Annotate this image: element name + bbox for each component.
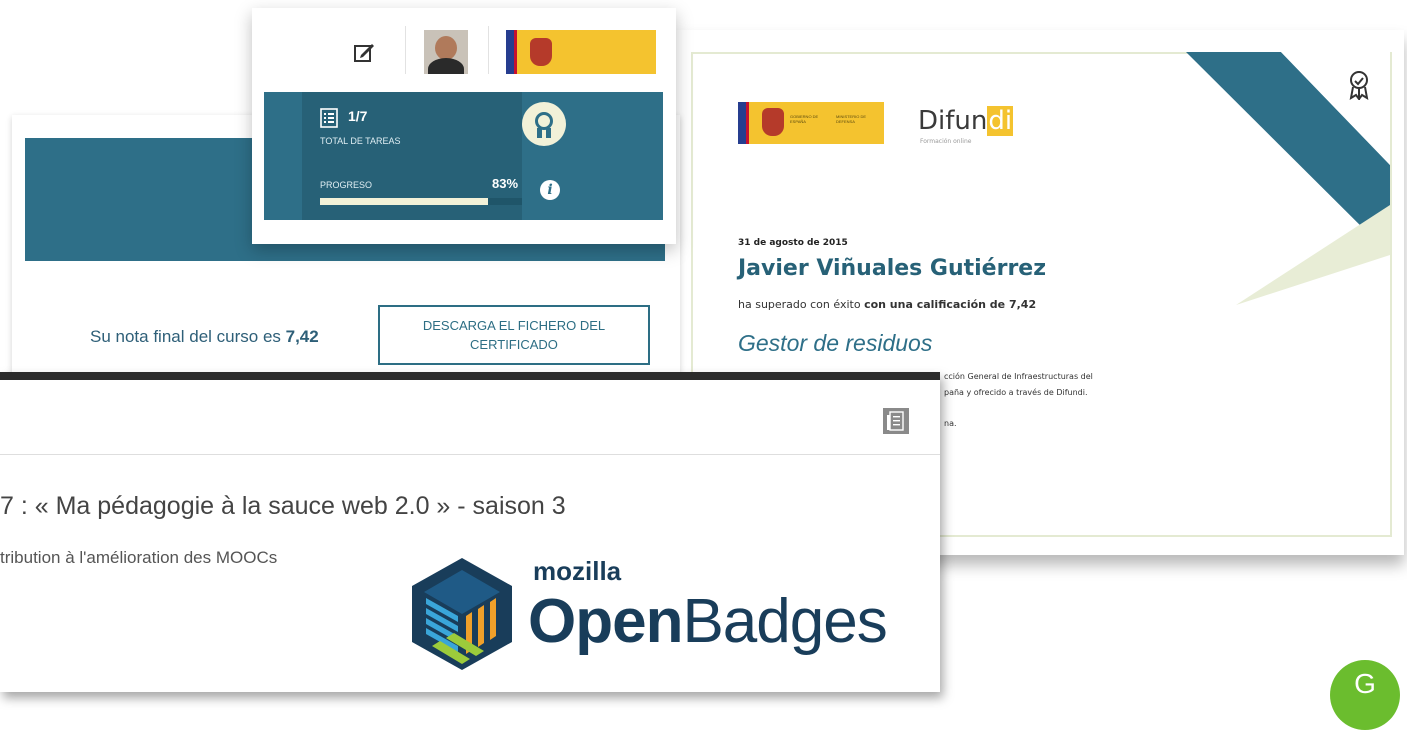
final-grade-text: Su nota final del curso es 7,42 <box>90 327 319 347</box>
floating-action-button[interactable]: G <box>1330 660 1400 730</box>
difundi-subtitle: Formación online <box>920 138 972 145</box>
tasks-count: 1/7 <box>348 108 368 124</box>
edit-icon[interactable] <box>352 40 376 64</box>
gobierno-espana-logo <box>506 30 656 74</box>
certificate-achievement: ha superado con éxito con una calificaci… <box>738 298 1036 311</box>
difundi-logo-highlight: di <box>987 106 1014 136</box>
progress-bar <box>320 198 522 205</box>
tasks-label: TOTAL DE TAREAS <box>320 136 401 146</box>
openbadges-wordmark-open: Open <box>528 587 683 656</box>
window-divider <box>0 454 940 455</box>
award-ribbon-icon <box>522 102 566 146</box>
achievement-grade: con una calificación de 7,42 <box>864 298 1037 311</box>
document-list-icon[interactable] <box>883 408 909 434</box>
certificate-body-line: cción General de Infraestructuras del <box>944 372 1093 381</box>
openbadges-logo-icon <box>412 558 512 670</box>
progress-bar-fill <box>320 198 488 205</box>
openbadges-wordmark-badges: Badges <box>682 587 887 656</box>
gov-logo-text: GOBIERNO DE ESPAÑA <box>790 114 819 124</box>
course-title: 7 : « Ma pédagogie à la sauce web 2.0 » … <box>0 492 566 520</box>
gobierno-espana-logo: GOBIERNO DE ESPAÑA MINISTERIO DE DEFENSA <box>738 102 884 144</box>
openbadges-wordmark: OpenBadges <box>528 586 888 657</box>
info-icon[interactable]: i <box>540 180 560 200</box>
moocs-badge-window: 7 : « Ma pédagogie à la sauce web 2.0 » … <box>0 372 940 692</box>
certificate-body-line: paña y ofrecido a través de Difundi. <box>944 388 1088 397</box>
download-button-label: CERTIFICADO <box>470 337 558 352</box>
download-certificate-button[interactable]: DESCARGA EL FICHERO DEL CERTIFICADO <box>378 305 650 365</box>
mozilla-wordmark: mozilla <box>533 556 622 586</box>
difundi-logo-text: Difun <box>918 106 988 136</box>
final-grade-value: 7,42 <box>285 327 319 346</box>
certificate-course-name: Gestor de residuos <box>738 330 933 356</box>
achievement-text: ha superado con éxito <box>738 298 865 311</box>
certificate-date: 31 de agosto de 2015 <box>738 238 848 248</box>
task-stats-block: 1/7 TOTAL DE TAREAS PROGRESO 83% i <box>264 92 663 220</box>
coat-of-arms-icon <box>530 38 552 66</box>
final-grade-label: Su nota final del curso es <box>90 327 286 346</box>
progress-label: PROGRESO <box>320 180 373 190</box>
task-list-icon <box>320 108 338 128</box>
floating-button-label: G <box>1354 668 1376 699</box>
progress-panel: 1/7 TOTAL DE TAREAS PROGRESO 83% i <box>252 8 676 244</box>
download-button-label: DESCARGA EL FICHERO DEL <box>422 318 606 333</box>
coat-of-arms-icon <box>762 108 784 136</box>
certificate-recipient: Javier Viñuales Gutiérrez <box>738 256 1047 281</box>
ministry-logo-text: MINISTERIO DE DEFENSA <box>836 114 867 124</box>
progress-value: 83% <box>492 176 519 191</box>
badge-subtitle: tribution à l'amélioration des MOOCs <box>0 548 278 567</box>
difundi-logo: Difundi <box>918 106 1014 136</box>
award-ribbon-icon <box>1349 71 1369 100</box>
user-avatar[interactable] <box>424 30 468 74</box>
certificate-body-line: na. <box>944 419 957 428</box>
